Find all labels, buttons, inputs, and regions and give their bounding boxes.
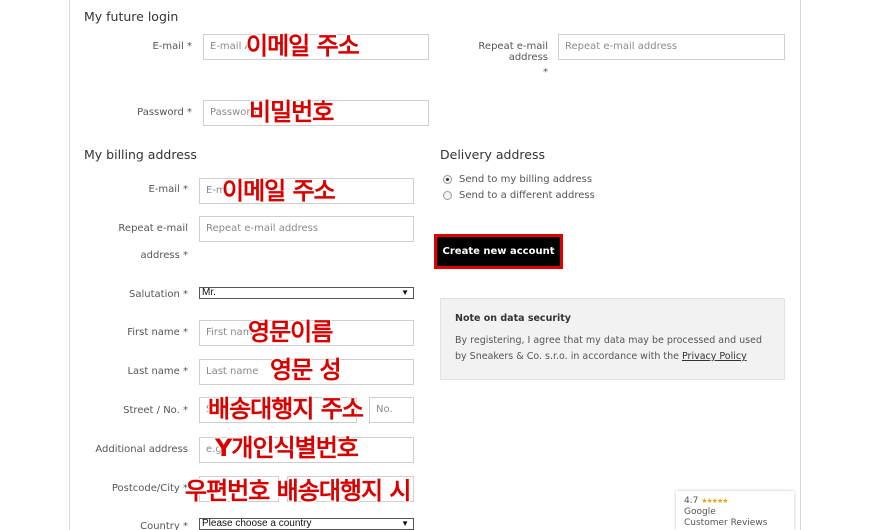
delivery-option-different[interactable]: Send to a different address <box>443 190 595 201</box>
billing-section-title: My billing address <box>84 147 197 162</box>
overlay-login-password: 비밀번호 <box>249 98 334 126</box>
country-label: Country * <box>140 521 188 530</box>
dropdown-arrow-icon: ▼ <box>401 519 409 528</box>
country-select[interactable]: Please choose a country ▼ <box>199 518 414 530</box>
login-repeat-email-required: * <box>543 67 548 78</box>
delivery-option-billing-label: Send to my billing address <box>459 174 593 185</box>
google-reviews-label: Customer Reviews <box>684 518 768 528</box>
dropdown-arrow-icon: ▼ <box>401 288 409 297</box>
salutation-select[interactable]: Mr. ▼ <box>199 287 414 299</box>
page-border-right <box>800 0 801 530</box>
last-name-label: Last name * <box>127 366 188 377</box>
login-password-label: Password * <box>137 107 192 118</box>
overlay-login-email: 이메일 주소 <box>246 32 360 60</box>
radio-checked-icon[interactable] <box>443 175 452 184</box>
privacy-policy-link[interactable]: Privacy Policy <box>682 351 747 362</box>
data-security-note: Note on data security By registering, I … <box>440 298 785 380</box>
login-repeat-email-label: Repeat e-mail address <box>478 41 548 63</box>
create-account-button[interactable]: Create new account <box>437 237 560 266</box>
google-reviews-badge[interactable]: 4.7 ★★★★★ Google Customer Reviews <box>676 491 794 530</box>
login-email-label: E-mail * <box>152 41 192 52</box>
first-name-label: First name * <box>127 327 188 338</box>
page-border-left <box>69 0 70 530</box>
overlay-additional: Y개인식별번호 <box>215 434 359 462</box>
street-label: Street / No. * <box>123 405 188 416</box>
billing-repeat-email-label-line1: Repeat e-mail <box>118 223 188 234</box>
create-account-highlight: Create new account <box>434 234 563 269</box>
overlay-billing-email: 이메일 주소 <box>222 177 336 205</box>
delivery-section-title: Delivery address <box>440 147 545 162</box>
billing-repeat-email-input[interactable]: Repeat e-mail address <box>199 216 414 242</box>
overlay-first-name: 영문이름 <box>248 318 333 346</box>
billing-email-label: E-mail * <box>148 184 188 195</box>
note-text: By registering, I agree that my data may… <box>455 333 770 365</box>
salutation-value: Mr. <box>202 287 216 298</box>
billing-repeat-email-label-line2: address * <box>140 250 188 261</box>
additional-address-label: Additional address <box>95 444 188 455</box>
street-number-input[interactable]: No. <box>369 397 414 423</box>
country-value: Please choose a country <box>202 518 312 529</box>
login-repeat-email-input[interactable]: Repeat e-mail address <box>558 34 785 60</box>
radio-unchecked-icon[interactable] <box>443 191 452 200</box>
google-rating: 4.7 <box>684 496 699 506</box>
star-rating-icon: ★★★★★ <box>701 497 728 505</box>
overlay-street: 배송대행지 주소 <box>208 395 364 423</box>
overlay-last-name: 영문 성 <box>270 356 342 384</box>
note-title: Note on data security <box>455 313 572 324</box>
login-section-title: My future login <box>84 9 179 24</box>
overlay-postcode: 우편번호 배송대행지 시 <box>185 477 412 505</box>
delivery-option-billing[interactable]: Send to my billing address <box>443 174 592 185</box>
salutation-label: Salutation * <box>129 289 188 300</box>
delivery-option-different-label: Send to a different address <box>459 190 595 201</box>
google-label: Google <box>684 507 716 517</box>
postcode-city-label: Postcode/City * <box>111 483 188 494</box>
